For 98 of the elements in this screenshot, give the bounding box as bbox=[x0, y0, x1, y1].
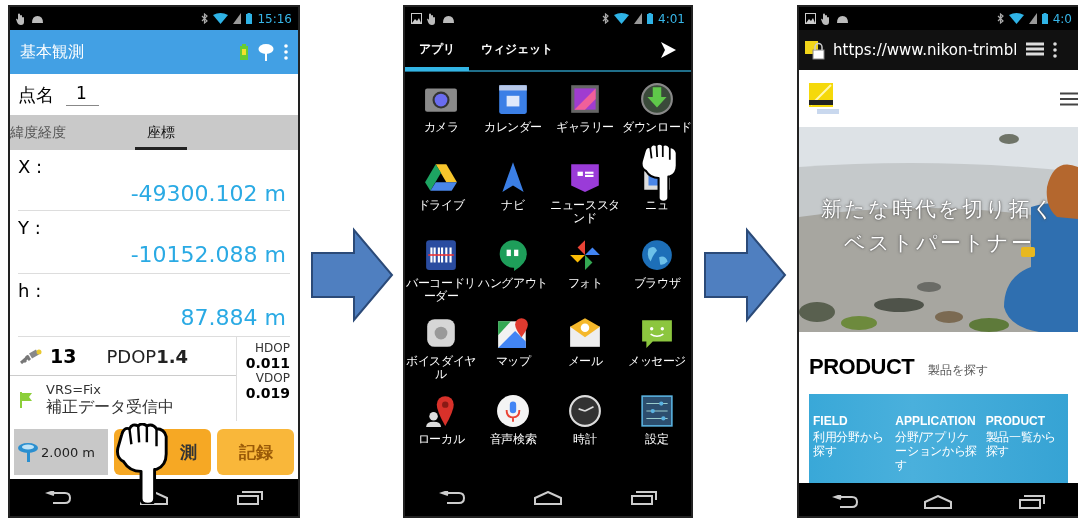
tab[interactable]: 緯度経度 bbox=[10, 115, 135, 150]
microphone-icon[interactable] bbox=[496, 394, 530, 428]
coordinate-value: 87.884 m bbox=[180, 304, 287, 332]
app-label[interactable]: 音声検索 bbox=[477, 433, 549, 447]
hero-headline: 新たな時代を切り拓く bbox=[821, 196, 1056, 223]
battery-icon bbox=[1041, 13, 1048, 24]
app-label[interactable]: ニューススタンド bbox=[549, 199, 621, 226]
hdop-label: HDOP bbox=[255, 341, 290, 355]
battery-icon bbox=[240, 44, 248, 60]
signal-icon bbox=[233, 13, 242, 24]
home-icon[interactable] bbox=[534, 490, 562, 505]
correction-status: 補正データ受信中 bbox=[46, 397, 174, 418]
antenna-icon[interactable] bbox=[258, 43, 274, 61]
antenna-height-button[interactable]: 2.000 m bbox=[14, 429, 108, 475]
barcode-icon[interactable] bbox=[424, 238, 458, 272]
coordinate-label: h : bbox=[18, 279, 43, 301]
recents-icon[interactable] bbox=[1018, 494, 1045, 509]
bluetooth-icon bbox=[996, 13, 1004, 24]
vdop-value: 0.019 bbox=[245, 385, 290, 401]
status-time: 4:0 bbox=[1052, 11, 1072, 26]
point-name-label: 点名 bbox=[18, 82, 54, 107]
battery-icon bbox=[647, 13, 654, 24]
fix-status: VRS=Fix bbox=[46, 382, 102, 397]
wifi-icon bbox=[1008, 13, 1024, 24]
antenna-icon bbox=[17, 442, 39, 462]
signal-icon bbox=[634, 13, 643, 24]
image-icon bbox=[805, 13, 816, 24]
hand-icon bbox=[821, 12, 831, 25]
app-label[interactable]: ボイスダイヤル bbox=[405, 355, 477, 382]
url-field[interactable]: https://www.nikon-trimbl bbox=[833, 41, 1018, 59]
status-time: 4:01 bbox=[658, 11, 685, 26]
app-label[interactable]: カメラ bbox=[405, 121, 477, 135]
coordinate-value: -49300.102 m bbox=[130, 180, 287, 208]
image-icon bbox=[411, 13, 422, 24]
recents-icon[interactable] bbox=[237, 490, 264, 505]
app-label[interactable]: 設定 bbox=[621, 433, 691, 447]
section-subtitle: 製品を探す bbox=[928, 362, 989, 379]
satellite-icon bbox=[20, 348, 42, 364]
envelope-icon[interactable] bbox=[568, 316, 602, 350]
recents-icon[interactable] bbox=[630, 490, 657, 505]
map-icon[interactable] bbox=[496, 316, 530, 350]
flag-icon bbox=[20, 392, 32, 408]
menu-icon[interactable] bbox=[1060, 91, 1078, 106]
home-icon[interactable] bbox=[924, 494, 953, 509]
coordinate-value: -10152.088 m bbox=[130, 241, 287, 269]
calendar-icon[interactable] bbox=[496, 82, 530, 116]
app-label[interactable]: フォト bbox=[549, 277, 621, 291]
clock-icon[interactable] bbox=[568, 394, 602, 428]
overflow-menu-icon[interactable] bbox=[1053, 42, 1058, 58]
app-label[interactable]: ハングアウト bbox=[477, 277, 549, 291]
globe-icon[interactable] bbox=[640, 238, 674, 272]
app-label[interactable]: ニュ bbox=[621, 199, 691, 213]
app-label[interactable]: カレンダー bbox=[477, 121, 549, 135]
signal-icon bbox=[1028, 13, 1037, 24]
coordinate-label: X : bbox=[18, 155, 44, 177]
status-time: 15:16 bbox=[257, 11, 292, 26]
wifi-icon bbox=[614, 13, 630, 24]
pinwheel-icon[interactable] bbox=[568, 238, 602, 272]
hdop-value: 0.011 bbox=[245, 355, 290, 371]
satellite-count: 13 bbox=[50, 345, 77, 367]
tabs-icon[interactable] bbox=[1025, 42, 1046, 58]
back-icon[interactable] bbox=[832, 494, 859, 509]
app-label[interactable]: 時計 bbox=[549, 433, 621, 447]
app-label[interactable]: マップ bbox=[477, 355, 549, 369]
app-label[interactable]: メール bbox=[549, 355, 621, 369]
back-icon[interactable] bbox=[44, 490, 71, 505]
tab[interactable]: アプリ bbox=[405, 31, 469, 71]
site-lock-icon bbox=[805, 40, 825, 60]
bluetooth-icon bbox=[602, 13, 610, 24]
coordinate-label: Y : bbox=[18, 216, 42, 238]
wifi-icon bbox=[213, 13, 229, 24]
section-title: PRODUCT bbox=[809, 354, 915, 380]
tab[interactable]: 座標 bbox=[135, 115, 187, 150]
screen-title: 基本観測 bbox=[20, 41, 84, 63]
app-label[interactable]: ブラウザ bbox=[621, 277, 691, 291]
pdop-value: PDOP1.4 bbox=[106, 345, 189, 367]
app-label[interactable]: ダウンロード bbox=[621, 121, 691, 135]
back-icon[interactable] bbox=[439, 490, 466, 505]
picture-frame-icon[interactable] bbox=[568, 82, 602, 116]
vdop-label: VDOP bbox=[255, 371, 290, 385]
speaker-icon[interactable] bbox=[424, 316, 458, 350]
download-icon[interactable] bbox=[640, 82, 674, 116]
app-label[interactable]: ドライブ bbox=[405, 199, 477, 213]
battery-icon bbox=[246, 13, 253, 24]
app-label[interactable]: ギャラリー bbox=[549, 121, 621, 135]
app-label[interactable]: ローカル bbox=[405, 433, 477, 447]
sliders-icon[interactable] bbox=[640, 394, 674, 428]
bluetooth-icon bbox=[201, 13, 209, 24]
app-label[interactable]: ナビ bbox=[477, 199, 549, 213]
hero-headline: ベストパートナー bbox=[843, 230, 1034, 257]
app-label[interactable]: バーコードリーダー bbox=[405, 277, 477, 304]
point-name-field[interactable]: 1 bbox=[66, 83, 99, 106]
play-triangle-icon[interactable] bbox=[659, 41, 677, 59]
hand-icon bbox=[427, 12, 437, 25]
hand-icon bbox=[16, 12, 26, 25]
app-label[interactable]: メッセージ bbox=[621, 355, 691, 369]
logo-icon bbox=[809, 82, 841, 115]
tab[interactable]: ウィジェット bbox=[469, 31, 565, 71]
